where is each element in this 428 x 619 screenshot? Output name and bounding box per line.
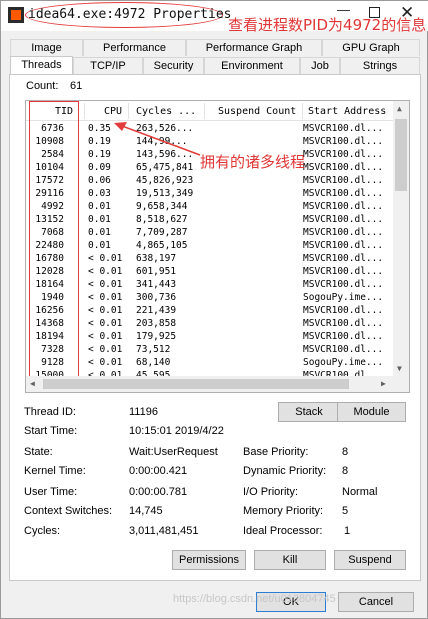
- tab-strings[interactable]: Strings: [340, 57, 420, 74]
- memory-priority-label: Memory Priority:: [243, 505, 324, 517]
- ideal-processor-value: 1: [344, 525, 351, 537]
- tab-tcp-ip[interactable]: TCP/IP: [73, 57, 143, 74]
- module-button[interactable]: Module: [337, 402, 406, 422]
- watermark: https://blog.csdn.net/u013804745: [173, 593, 336, 605]
- context-switches-value: 14,745: [129, 505, 163, 517]
- io-priority-label: I/O Priority:: [243, 486, 299, 498]
- start-time-value: 10:15:01 2019/4/22: [129, 425, 224, 437]
- kernel-time-label: Kernel Time:: [24, 465, 86, 477]
- kernel-time-value: 0:00:00.421: [129, 465, 188, 477]
- state-label: State:: [24, 446, 53, 458]
- threads-annotation-text: 拥有的诸多线程: [200, 153, 306, 171]
- title-annotation-text: 查看进程数PID为4972的信息: [228, 16, 427, 34]
- io-priority-value: Normal: [342, 486, 378, 498]
- tab-security[interactable]: Security: [143, 57, 204, 74]
- close-icon[interactable]: ✕: [400, 3, 414, 23]
- user-time-label: User Time:: [24, 486, 78, 498]
- base-priority-label: Base Priority:: [243, 446, 309, 458]
- app-icon: [8, 7, 24, 23]
- context-switches-label: Context Switches:: [24, 505, 113, 517]
- user-time-value: 0:00:00.781: [129, 486, 188, 498]
- start-time-label: Start Time:: [24, 425, 78, 437]
- base-priority-value: 8: [342, 446, 349, 458]
- minimize-icon[interactable]: —: [337, 2, 350, 17]
- permissions-button[interactable]: Permissions: [172, 550, 246, 570]
- ideal-processor-label: Ideal Processor:: [243, 525, 323, 537]
- tab-performance-graph[interactable]: Performance Graph: [186, 39, 322, 56]
- threads-panel: Count: 61 TID CPU Cycles ... Suspend Cou…: [9, 74, 421, 581]
- tab-image[interactable]: Image: [10, 39, 83, 56]
- memory-priority-value: 5: [342, 505, 349, 517]
- cancel-button[interactable]: Cancel: [338, 592, 414, 612]
- window-title: idea64.exe:4972 Properties: [28, 7, 232, 22]
- tab-threads[interactable]: Threads: [10, 56, 73, 75]
- properties-window: idea64.exe:4972 Properties 查看进程数PID为4972…: [0, 0, 428, 619]
- thread-id-value: 11196: [129, 406, 158, 418]
- tab-performance[interactable]: Performance: [83, 39, 186, 56]
- cycles-value: 3,011,481,451: [129, 525, 199, 537]
- tab-environment[interactable]: Environment: [204, 57, 300, 74]
- dynamic-priority-value: 8: [342, 465, 349, 477]
- title-bar[interactable]: idea64.exe:4972 Properties 查看进程数PID为4972…: [1, 1, 428, 34]
- thread-id-label: Thread ID:: [24, 406, 76, 418]
- kill-button[interactable]: Kill: [254, 550, 326, 570]
- tab-gpu-graph[interactable]: GPU Graph: [322, 39, 420, 56]
- cycles-label: Cycles:: [24, 525, 61, 537]
- maximize-icon[interactable]: [369, 7, 380, 18]
- suspend-button[interactable]: Suspend: [334, 550, 406, 570]
- tab-job[interactable]: Job: [300, 57, 340, 74]
- dynamic-priority-label: Dynamic Priority:: [243, 465, 327, 477]
- state-value: Wait:UserRequest: [129, 446, 218, 458]
- stack-button[interactable]: Stack: [278, 402, 340, 422]
